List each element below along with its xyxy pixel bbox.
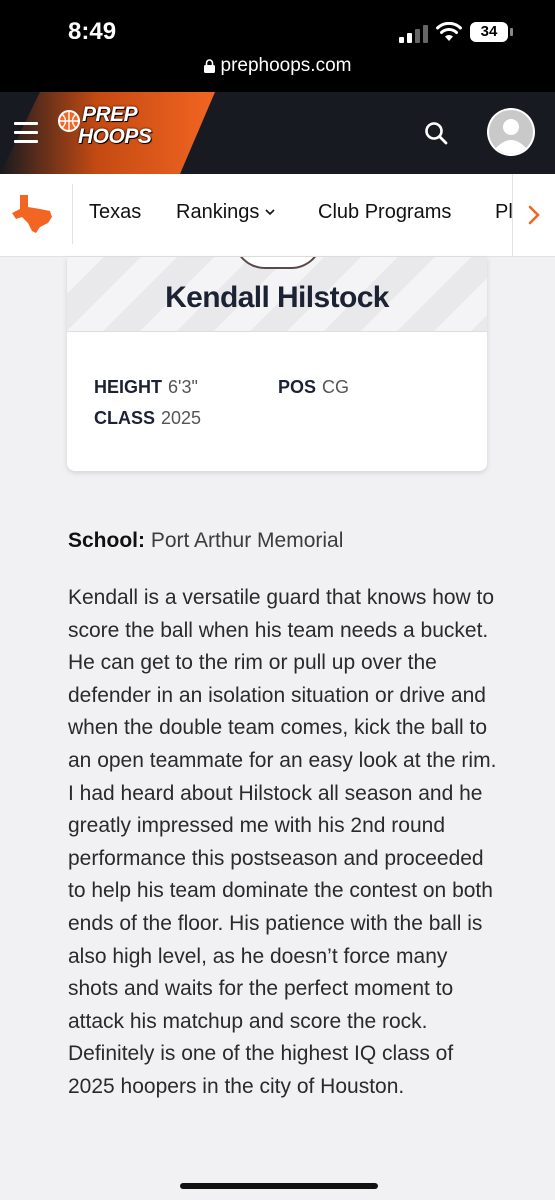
player-photo [233,257,323,269]
lock-icon [203,59,215,73]
battery-level: 34 [480,23,498,40]
status-time: 8:49 [68,18,117,45]
stat-height: HEIGHT 6'3" [94,377,198,398]
school-name: Port Arthur Memorial [150,529,344,552]
chevron-down-icon [265,209,275,216]
player-profile-card: Kendall Hilstock HEIGHT 6'3" POS CG CLASS 2… [67,257,487,471]
stat-position: POS CG [278,377,349,398]
state-nav-bar: Texas Rankings Club Programs Pl [0,174,555,257]
home-indicator[interactable] [180,1183,378,1189]
player-name-area: Kendall Hilstock [67,257,487,332]
stat-class: CLASS 2025 [94,408,201,429]
wifi-icon [436,22,462,41]
address-bar[interactable]: prephoops.com [0,55,555,77]
user-avatar[interactable] [487,108,535,156]
nav-item-truncated[interactable]: Pl [495,201,513,224]
stat-pos-value: CG [322,377,350,397]
basketball-icon [58,110,80,132]
chevron-right-icon [528,205,540,225]
search-icon[interactable] [423,120,449,146]
nav-item-rankings[interactable]: Rankings [176,201,275,224]
stat-height-label: HEIGHT [94,377,163,397]
status-bar: 8:49 34 prephoops.com [0,0,555,92]
battery-icon: 34 [470,22,514,42]
player-bio: Kendall is a versatile guard that knows … [68,586,497,1098]
stat-class-label: CLASS [94,408,156,428]
site-header: PREP HOOPS [0,92,555,174]
stat-pos-label: POS [278,377,317,397]
nav-divider [72,184,73,244]
school-label: School: [68,529,145,552]
url-text: prephoops.com [220,55,352,76]
nav-scroll-right-button[interactable] [512,174,555,256]
nav-item-texas[interactable]: Texas [89,201,141,224]
cellular-signal-icon [399,25,428,43]
texas-state-icon[interactable] [10,193,54,235]
hamburger-menu-icon[interactable] [14,122,38,144]
stat-height-value: 6'3" [168,377,198,397]
user-silhouette-icon [489,110,533,154]
nav-rankings-label: Rankings [176,201,260,223]
player-name: Kendall Hilstock [165,281,389,314]
school-line: School: Port Arthur Memorial [68,529,343,553]
nav-item-club-programs[interactable]: Club Programs [318,201,451,224]
stat-class-value: 2025 [161,408,202,428]
